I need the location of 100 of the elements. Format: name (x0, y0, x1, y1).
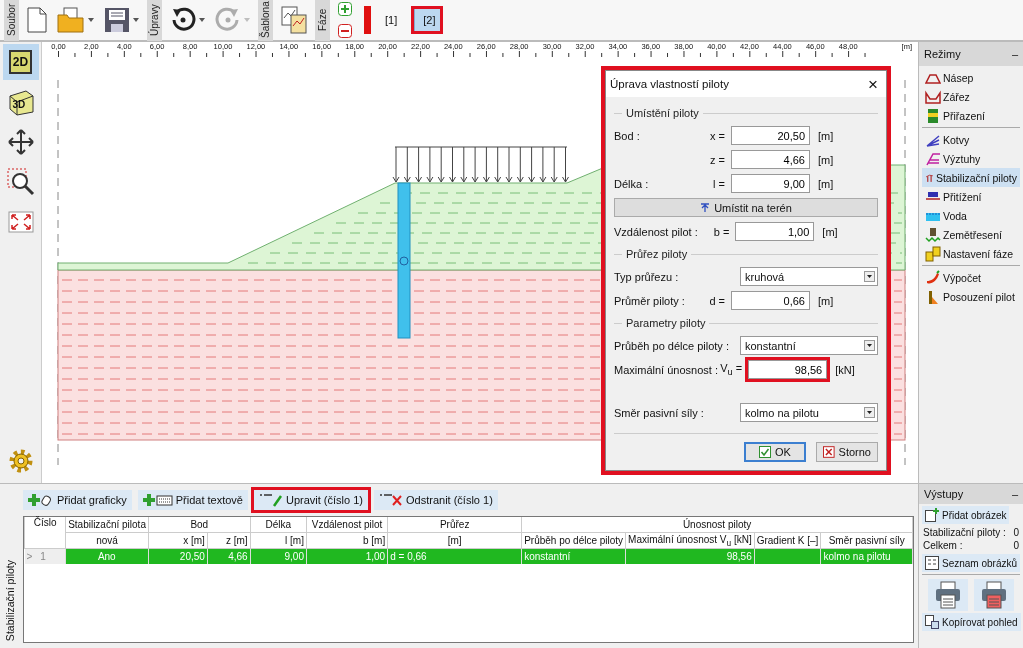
close-button[interactable]: × (866, 75, 880, 93)
variable-label: l = (712, 177, 725, 190)
collapse-button[interactable]: – (1011, 48, 1018, 60)
unit-label: [m] (818, 294, 835, 307)
collapse-button[interactable]: – (1011, 488, 1018, 500)
number-input[interactable]: 0,66 (731, 291, 810, 310)
mode-item[interactable]: Násep (922, 68, 1020, 87)
ok-button[interactable]: OK (744, 442, 806, 462)
mode-item[interactable]: Přiřazení (922, 106, 1020, 125)
printer-icon (981, 581, 1007, 609)
count-label: Stabilizační piloty : (923, 527, 1006, 538)
column-header: Bod (148, 517, 251, 533)
mode-item[interactable]: Nastavení fáze (922, 244, 1020, 263)
mode-item[interactable]: Zářez (922, 87, 1020, 106)
print-button[interactable] (928, 579, 968, 611)
column-header: Průběh po délce piloty (521, 532, 626, 549)
column-header: z [m] (207, 532, 251, 549)
remove-phase-button[interactable] (336, 22, 354, 40)
action-button[interactable]: Přidat graficky (23, 490, 132, 510)
variable-label: b = (712, 225, 730, 238)
mode-item[interactable]: Výztuhy (922, 149, 1020, 168)
add-phase-button[interactable] (336, 0, 354, 18)
open-button[interactable] (55, 5, 96, 35)
unit-label: [m] (818, 129, 835, 142)
number-input[interactable]: 20,50 (731, 126, 810, 145)
add-picture-button[interactable]: Přidat obrázek (922, 506, 1010, 524)
section-title: Parametry piloty (626, 317, 706, 329)
cut-icon (925, 88, 941, 105)
print-pdf-button[interactable] (974, 579, 1014, 611)
column-header: Gradient K [–] (754, 532, 821, 549)
mode-item[interactable]: Voda (922, 206, 1020, 225)
copy-view-icon (925, 615, 939, 629)
dialog-title: Úprava vlastností piloty (610, 78, 729, 90)
panel-tab[interactable]: Stabilizační piloty (4, 559, 16, 641)
phase-tab[interactable]: [1] (377, 6, 406, 34)
check-icon (759, 446, 772, 458)
copy-view-button[interactable]: Kopírovat pohled (922, 613, 1021, 631)
plus-keyboard-icon (142, 493, 173, 507)
field-label: Průběh po délce piloty : (614, 339, 730, 352)
view-tool-button[interactable]: 2D (2, 44, 39, 80)
picture-list-button[interactable]: Seznam obrázků (922, 554, 1021, 572)
action-button[interactable]: Upravit (číslo 1) (253, 490, 368, 510)
mode-item[interactable]: Výpočet (922, 268, 1020, 287)
toolbar-group-label: Fáze (315, 0, 330, 41)
number-input[interactable]: 4,66 (731, 150, 810, 169)
variable-label: z = (709, 153, 725, 166)
column-header: nová (65, 532, 149, 549)
pencil-icon (258, 493, 283, 507)
earthquake-icon (925, 226, 941, 243)
template-button[interactable] (279, 4, 309, 36)
cancel-button[interactable]: Storno (816, 442, 878, 462)
pepper-icon (925, 269, 941, 286)
panel-title: Režimy (924, 48, 961, 60)
number-input[interactable]: 1,00 (735, 222, 815, 241)
caret-icon (244, 18, 250, 22)
column-header: Průřez (387, 517, 522, 533)
variable-label: x = (709, 129, 725, 142)
field-label: Typ průřezu : (614, 270, 680, 283)
dropdown[interactable]: kruhová (740, 267, 878, 286)
count-value: 0 (1013, 527, 1019, 538)
number-input[interactable]: 9,00 (731, 174, 810, 193)
move-icon (7, 129, 34, 155)
save-button[interactable] (102, 5, 141, 35)
reinforcement-icon (925, 150, 941, 167)
undo-icon (170, 7, 196, 33)
picture-list-icon (925, 556, 939, 570)
number-input[interactable]: 98,56 (748, 360, 828, 379)
field-label: Maximální únosnost : (614, 363, 718, 376)
minus-icon (338, 24, 352, 38)
action-button[interactable]: Přidat textově (137, 490, 248, 510)
column-header: Únosnost piloty (521, 517, 913, 533)
picture-add-icon (925, 508, 939, 522)
variable-label: d = (708, 294, 725, 307)
place-on-terrain-button[interactable]: Umístit na terén (614, 198, 878, 217)
column-header: Směr pasivní síly (820, 532, 913, 549)
caret-icon (88, 18, 94, 22)
dropdown[interactable]: konstantní (740, 336, 878, 355)
mode-item[interactable]: Kotvy (922, 130, 1020, 149)
phase-tab[interactable]: [2] (411, 6, 444, 34)
mode-item[interactable]: Stabilizační piloty (922, 168, 1020, 187)
toolbar-group-label: Soubor (4, 0, 19, 41)
mode-item[interactable]: Posouzení pilot (922, 287, 1020, 306)
close-icon (823, 446, 835, 458)
action-button[interactable]: Odstranit (číslo 1) (374, 490, 498, 510)
row-number: 1 (40, 551, 46, 562)
redo-icon (215, 7, 241, 33)
caret-icon (133, 18, 139, 22)
count-value: 0 (1013, 540, 1019, 551)
count-label: Celkem : (923, 540, 963, 551)
dropdown[interactable]: kolmo na pilotu (740, 403, 878, 422)
mode-item[interactable]: Zemětřesení (922, 225, 1020, 244)
column-header: x [m] (148, 532, 208, 549)
field-label: Vzdálenost pilot : (614, 225, 698, 238)
toolbar-group-label: Úpravy (147, 0, 162, 41)
mode-item[interactable]: Přitížení (922, 187, 1020, 206)
column-header: Maximální únosnost V$_{u}$ [kN] (625, 532, 755, 549)
new-button[interactable] (25, 5, 49, 35)
section-title: Průřez piloty (626, 248, 688, 260)
column-header: Délka (250, 517, 307, 533)
field-label: Průměr piloty : (614, 294, 685, 307)
